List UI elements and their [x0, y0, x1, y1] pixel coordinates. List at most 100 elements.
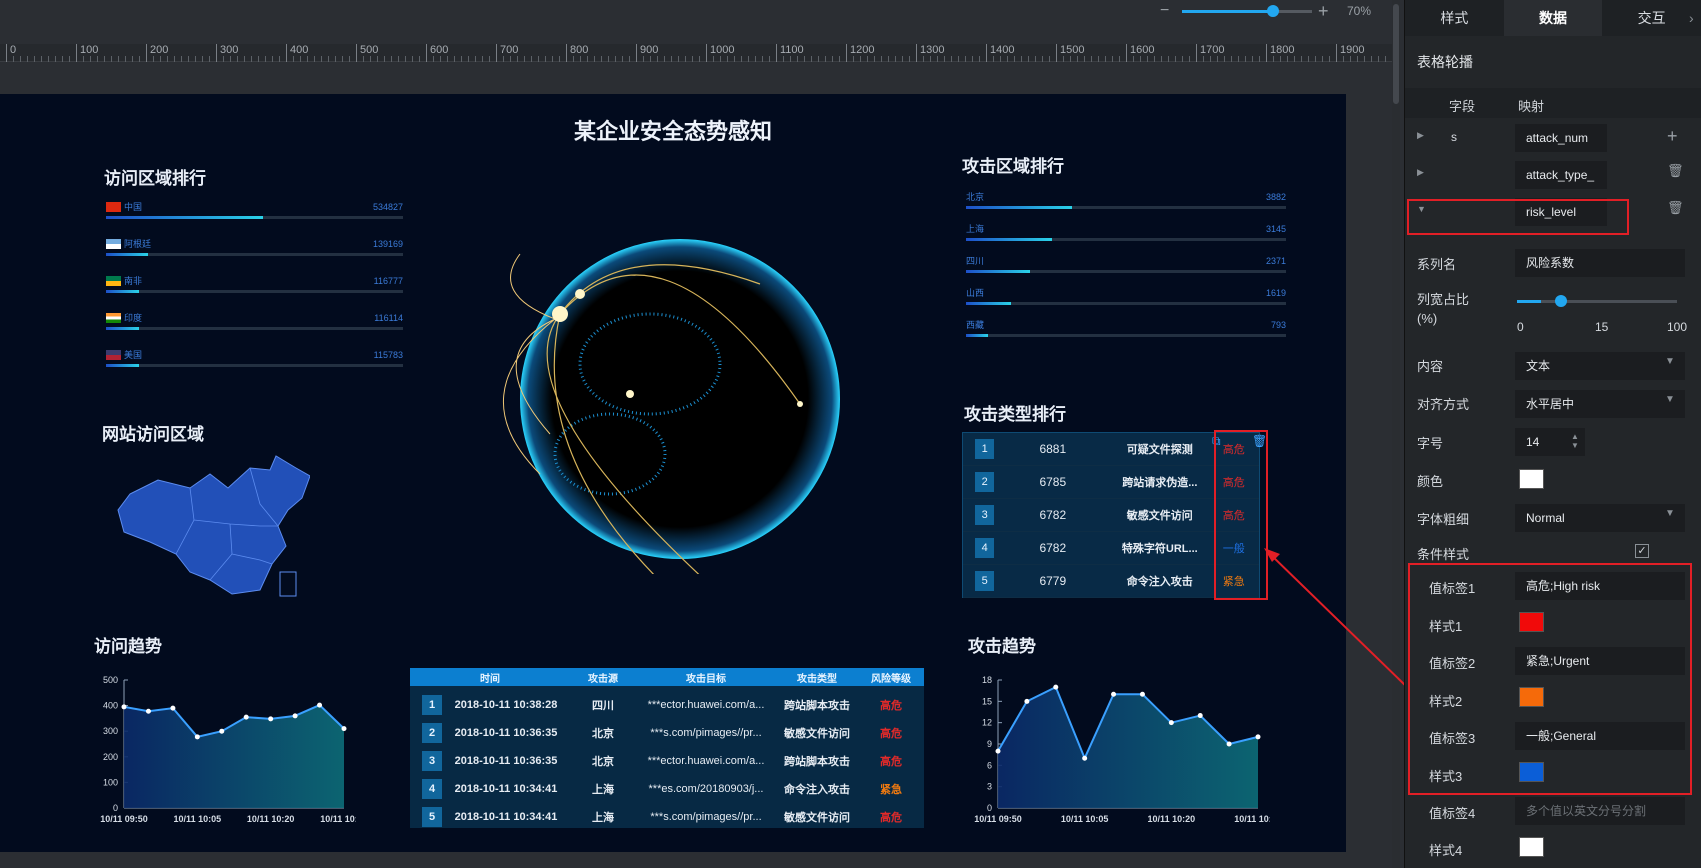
rank-value: 3882 — [1265, 192, 1286, 202]
ruler-minor-tick — [300, 56, 304, 62]
y-tick-label: 12 — [982, 718, 992, 728]
vertical-scrollbar[interactable] — [1392, 0, 1400, 868]
y-tick-label: 300 — [103, 726, 118, 736]
ruler-minor-tick — [342, 56, 346, 62]
ruler-minor-tick — [1301, 56, 1305, 62]
rank-bar-track — [966, 270, 1286, 273]
caret-right-icon[interactable]: ▶ — [1417, 130, 1424, 141]
ruler-minor-tick — [1021, 56, 1025, 62]
table-row[interactable]: 4 2018-10-11 10:34:41 上海 ***es.com/20180903… — [410, 774, 924, 803]
ruler-minor-tick — [433, 56, 437, 62]
ruler-minor-tick — [335, 56, 339, 62]
ruler-minor-tick — [832, 56, 836, 62]
color-swatch[interactable] — [1519, 469, 1544, 489]
ruler-minor-tick — [608, 56, 612, 62]
log-type: 敏感文件访问 — [784, 811, 850, 824]
zoom-slider[interactable] — [1182, 5, 1312, 17]
ruler-minor-tick — [384, 56, 388, 62]
ruler-minor-tick — [510, 56, 514, 62]
caret-right-icon[interactable]: ▶ — [1417, 167, 1424, 178]
style4-swatch[interactable] — [1519, 837, 1544, 857]
cond-style-checkbox[interactable]: ✓ — [1635, 544, 1649, 558]
attack-log-table[interactable]: 时间 攻击源 攻击目标 攻击类型 风险等级 1 2018-10-11 10:38:28 四川 *… — [410, 668, 924, 828]
ruler-minor-tick — [475, 56, 479, 62]
width-min: 0 — [1517, 320, 1524, 334]
tab-data[interactable]: 数据 — [1503, 0, 1603, 36]
width-ratio-slider[interactable] — [1517, 295, 1677, 307]
ruler-minor-tick — [587, 56, 591, 62]
rank-name-text: 中国 — [124, 202, 143, 212]
ruler-minor-tick — [1147, 56, 1151, 62]
ruler-minor-tick — [1042, 56, 1046, 62]
zoom-out-icon[interactable]: − — [1160, 2, 1169, 20]
rank-name: 南非 — [106, 274, 142, 287]
rank-name: 西藏 — [966, 318, 984, 331]
ruler-minor-tick — [1280, 56, 1284, 62]
fontsize-label: 字号 — [1417, 436, 1444, 451]
attack-count: 6782 — [1039, 508, 1067, 522]
attack-count: 6785 — [1039, 475, 1067, 489]
rank-name-text: 南非 — [124, 276, 143, 286]
align-select[interactable]: 水平居中 — [1515, 390, 1685, 418]
visit-trend-chart: 0 100 200 300 400 500 10/11 09:50 10/11 10:05 10… — [100, 675, 356, 824]
ruler-minor-tick — [405, 56, 409, 62]
ruler-minor-tick — [538, 56, 542, 62]
ruler-minor-tick — [1294, 56, 1298, 62]
data-point — [145, 708, 151, 714]
ruler-minor-tick — [1112, 56, 1116, 62]
ruler-minor-tick — [552, 56, 556, 62]
align-label: 对齐方式 — [1417, 397, 1470, 412]
series-name-input[interactable]: 风险系数 — [1515, 249, 1685, 277]
ruler-minor-tick — [279, 56, 283, 62]
trash-icon[interactable]: 🗑 — [1667, 200, 1684, 216]
rank-bar-fill — [106, 253, 148, 256]
tab-interaction[interactable]: 交互 — [1602, 0, 1701, 36]
log-time: 2018-10-11 10:34:41 — [454, 782, 558, 795]
table-row[interactable]: 3 2018-10-11 10:36:35 北京 ***ector.huawei.co… — [410, 746, 924, 775]
field-map-input[interactable]: attack_type_ — [1515, 161, 1607, 189]
table-row[interactable]: 2 2018-10-11 10:36:35 北京 ***s.com/pimages//… — [410, 718, 924, 747]
field-map-input[interactable]: attack_num — [1515, 124, 1607, 152]
ruler-minor-tick — [1273, 56, 1277, 62]
rank-name: 印度 — [106, 311, 142, 324]
ruler-minor-tick — [545, 56, 549, 62]
ruler-minor-tick — [62, 56, 66, 62]
trash-icon[interactable]: 🗑 — [1667, 163, 1684, 179]
rank-bar-track — [966, 238, 1286, 241]
font-weight-select[interactable]: Normal — [1515, 504, 1685, 532]
rank-row: 上海 3145 — [966, 222, 1286, 252]
header-cell: 攻击源 — [588, 673, 618, 685]
cond4-input[interactable]: 多个值以英文分号分割 — [1515, 797, 1685, 825]
header-cell: 攻击目标 — [686, 673, 726, 685]
ruler-minor-tick — [90, 56, 94, 62]
ruler-minor-tick — [1371, 56, 1375, 62]
data-point — [1139, 691, 1145, 697]
tab-style[interactable]: 样式 — [1405, 0, 1504, 36]
data-point — [1082, 755, 1088, 761]
table-row[interactable]: 1 2018-10-11 10:38:28 四川 ***ector.huawei.co… — [410, 690, 924, 719]
rank-name-text: 上海 — [966, 224, 985, 234]
table-row[interactable]: 5 2018-10-11 10:34:41 上海 ***s.com/pimages//… — [410, 802, 924, 831]
log-type: 敏感文件访问 — [784, 727, 850, 740]
ruler-minor-tick — [349, 56, 353, 62]
ruler-minor-tick — [1189, 56, 1193, 62]
ruler-minor-tick — [461, 56, 465, 62]
ruler-minor-tick — [1140, 56, 1144, 62]
log-risk: 高危 — [880, 755, 902, 768]
stepper-arrows-icon[interactable]: ▲ ▼ — [1571, 432, 1579, 450]
ruler-minor-tick — [1378, 56, 1382, 62]
ruler-minor-tick — [41, 56, 45, 62]
ruler-minor-tick — [34, 56, 38, 62]
ruler-minor-tick — [174, 56, 178, 62]
log-time: 2018-10-11 10:38:28 — [454, 698, 558, 711]
attack-type-name: 可疑文件探测 — [1126, 444, 1193, 456]
ruler-minor-tick — [251, 56, 255, 62]
ruler-minor-tick — [1259, 56, 1263, 62]
ruler-minor-tick — [888, 56, 892, 62]
add-icon[interactable]: + — [1667, 126, 1678, 147]
log-type: 跨站脚本攻击 — [784, 699, 850, 712]
content-select[interactable]: 文本 — [1515, 352, 1685, 380]
chevron-right-icon[interactable]: › — [1689, 10, 1694, 26]
ruler-minor-tick — [272, 56, 276, 62]
zoom-in-icon[interactable]: + — [1318, 1, 1329, 22]
